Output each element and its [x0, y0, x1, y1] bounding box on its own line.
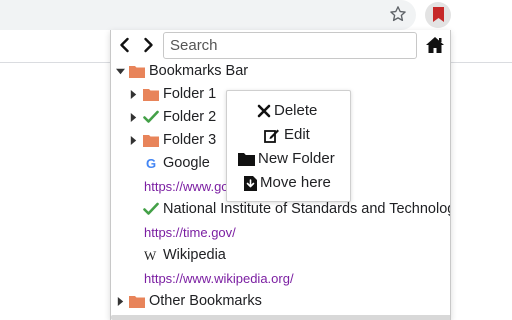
- x-icon: [257, 104, 271, 118]
- svg-text:W: W: [144, 248, 157, 262]
- tree-item-label: Folder 1: [163, 86, 217, 102]
- extension-button[interactable]: [425, 2, 451, 28]
- checkmark-icon: [143, 110, 159, 123]
- bookmark-url[interactable]: https://www.wikipedia.org/: [111, 267, 450, 290]
- search-input[interactable]: [163, 32, 417, 59]
- folder-icon: [129, 296, 145, 308]
- tree-item-bookmarks-bar[interactable]: Bookmarks Bar: [111, 60, 450, 83]
- tree-item-other-bookmarks[interactable]: Other Bookmarks: [111, 290, 450, 313]
- menu-item-new-folder[interactable]: New Folder: [227, 147, 352, 171]
- menu-item-label: Edit: [284, 126, 310, 143]
- checkmark-icon: [143, 202, 159, 215]
- toolbar-divider: [0, 62, 110, 63]
- menu-item-label: Delete: [274, 102, 318, 119]
- collapsed-triangle-icon[interactable]: [129, 136, 138, 145]
- url-text: https://time.gov/: [144, 225, 236, 240]
- bookmark-ribbon-icon: [433, 7, 444, 22]
- folder-icon: [143, 135, 159, 147]
- collapsed-triangle-icon[interactable]: [116, 297, 125, 306]
- bookmark-url[interactable]: https://time.gov/: [111, 221, 450, 244]
- folder-icon: [129, 66, 145, 78]
- context-menu: Delete Edit New Folder Move here: [226, 90, 351, 202]
- svg-text:G: G: [146, 156, 156, 170]
- horizontal-scrollbar[interactable]: [111, 315, 450, 320]
- folder-icon: [143, 89, 159, 101]
- chevron-left-icon[interactable]: [116, 36, 134, 54]
- expanded-triangle-icon[interactable]: [116, 67, 125, 76]
- url-text: https://www.go: [144, 179, 229, 194]
- tree-item-label: Google: [163, 155, 210, 171]
- tree-item-label: Wikipedia: [163, 247, 226, 263]
- toolbar-divider: [451, 62, 512, 63]
- home-icon[interactable]: [425, 36, 445, 54]
- menu-item-move-here[interactable]: Move here: [227, 171, 352, 195]
- url-text: https://www.wikipedia.org/: [144, 271, 294, 286]
- tree-item-wikipedia[interactable]: W Wikipedia: [111, 244, 450, 267]
- folder-icon: [238, 153, 255, 166]
- edit-icon: [264, 129, 279, 143]
- google-g-icon: G: [146, 156, 156, 170]
- tree-item-label: Other Bookmarks: [149, 293, 262, 309]
- chevron-right-icon[interactable]: [139, 36, 157, 54]
- address-bar[interactable]: [0, 0, 416, 30]
- download-icon: [244, 176, 257, 191]
- tree-item-label: Folder 3: [163, 132, 217, 148]
- collapsed-triangle-icon[interactable]: [129, 113, 138, 122]
- tree-item-label: Bookmarks Bar: [149, 63, 249, 79]
- menu-item-edit[interactable]: Edit: [227, 123, 352, 147]
- wikipedia-w-icon: W: [144, 248, 157, 262]
- menu-item-label: New Folder: [258, 150, 335, 167]
- menu-item-label: Move here: [260, 174, 331, 191]
- collapsed-triangle-icon[interactable]: [129, 90, 138, 99]
- tree-item-label: Folder 2: [163, 109, 217, 125]
- menu-item-delete[interactable]: Delete: [227, 99, 352, 123]
- star-outline-icon[interactable]: [389, 5, 407, 23]
